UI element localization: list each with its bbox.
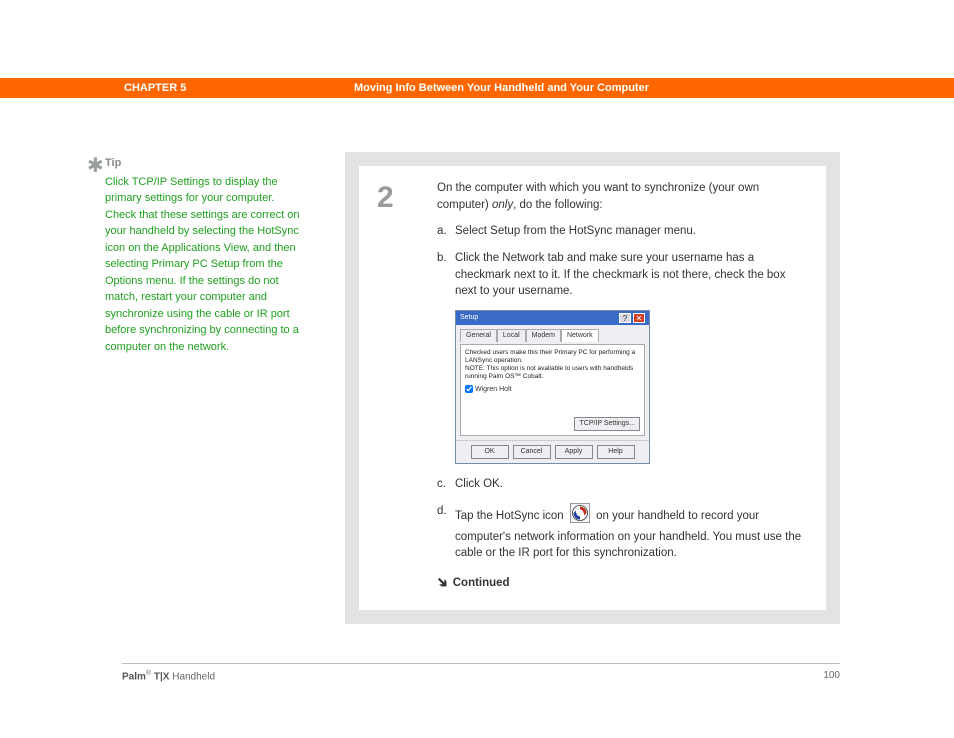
d-text-a: Tap the HotSync icon [455,510,567,522]
tip-label: Tip [105,155,305,172]
dialog-titlebar: Setup ? ✕ [456,311,649,325]
tab-modem[interactable]: Modem [526,329,561,342]
substep-d: d. Tap the HotSync icon on your [437,503,808,562]
cancel-button[interactable]: Cancel [513,445,551,459]
username-checkbox[interactable] [465,385,473,393]
continued-text: Continued [453,577,510,589]
step-intro: On the computer with which you want to s… [437,180,808,213]
intro-text-b: , do the following: [513,199,603,211]
ok-button[interactable]: OK [471,445,509,459]
substep-d-text: Tap the HotSync icon on your handheld to… [455,503,808,562]
dialog-button-row: OK Cancel Apply Help [456,440,649,463]
intro-only: only [492,199,513,211]
substep-c-label: c. [437,476,455,493]
tip-star-icon: ✱ [87,151,104,181]
brand-handheld: Handheld [169,671,215,682]
help-button[interactable]: Help [597,445,635,459]
substep-b-label: b. [437,250,455,300]
chapter-header: CHAPTER 5 Moving Info Between Your Handh… [0,78,954,98]
tab-network[interactable]: Network [561,329,599,342]
dialog-title-text: Setup [460,313,478,323]
instruction-panel: 2 On the computer with which you want to… [345,152,840,624]
dialog-tabs: General Local Modem Network [460,329,645,342]
chapter-label: CHAPTER 5 [124,82,354,94]
dialog-close-button[interactable]: ✕ [633,313,645,323]
dialog-help-button[interactable]: ? [619,313,631,323]
substep-a: a. Select Setup from the HotSync manager… [437,223,808,240]
brand-tx: T|X [151,671,169,682]
substep-b-text: Click the Network tab and make sure your… [455,250,808,300]
step-body: On the computer with which you want to s… [437,180,808,592]
continued-indicator: ➔Continued [437,572,808,592]
chapter-title: Moving Info Between Your Handheld and Yo… [354,82,649,94]
substep-a-label: a. [437,223,455,240]
substep-c-text: Click OK. [455,476,808,493]
substep-d-label: d. [437,503,455,562]
page-number: 100 [823,670,840,682]
network-note: Checked users make this their Primary PC… [465,349,640,380]
username-text: Wigren Holt [475,386,512,393]
step-number: 2 [377,176,437,220]
brand-palm: Palm [122,671,146,682]
tab-panel-network: Checked users make this their Primary PC… [460,344,645,436]
page-footer: Palm® T|X Handheld 100 [122,663,840,682]
footer-brand: Palm® T|X Handheld [122,670,215,682]
continued-arrow-icon: ➔ [432,571,455,594]
tip-body: Click TCP/IP Settings to display the pri… [105,174,305,356]
tab-general[interactable]: General [460,329,497,342]
apply-button[interactable]: Apply [555,445,593,459]
substep-a-text: Select Setup from the HotSync manager me… [455,223,808,240]
tab-local[interactable]: Local [497,329,526,342]
setup-dialog: Setup ? ✕ General Local Modem Network Ch… [455,310,650,464]
username-row[interactable]: Wigren Holt [465,385,640,395]
tip-sidebar: ✱ Tip Click TCP/IP Settings to display t… [105,155,305,355]
tcpip-settings-button[interactable]: TCP/IP Settings... [574,417,640,431]
hotsync-icon [570,503,590,529]
substep-b: b. Click the Network tab and make sure y… [437,250,808,300]
substep-c: c. Click OK. [437,476,808,493]
